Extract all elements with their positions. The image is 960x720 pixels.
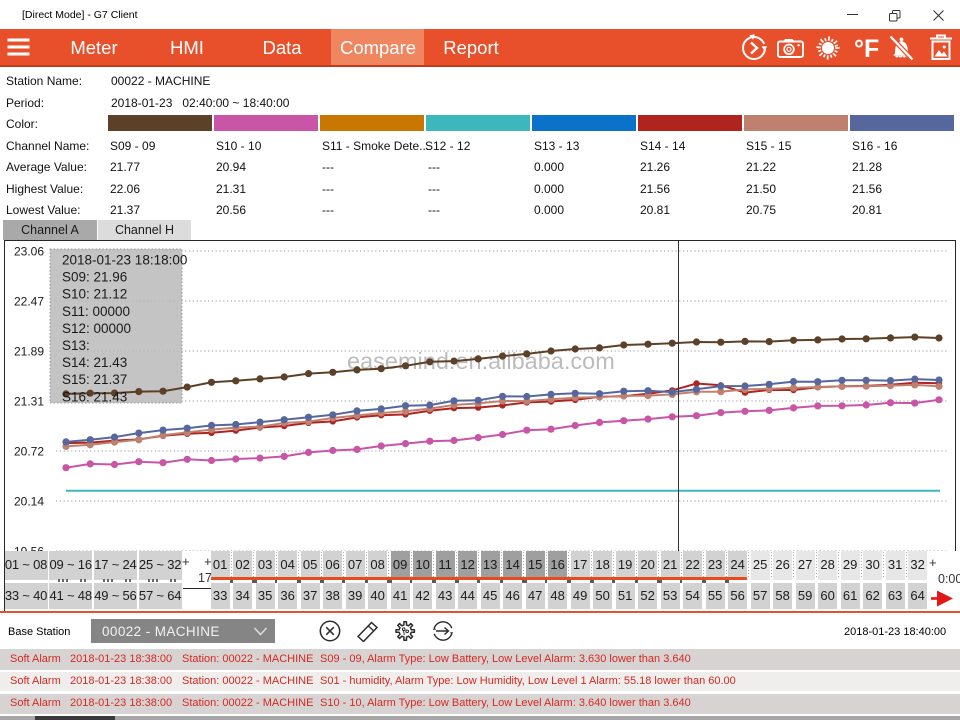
svg-text:20.72: 20.72 <box>14 445 44 459</box>
svg-text:S15: 21.37: S15: 21.37 <box>62 372 127 387</box>
svg-text:21.89: 21.89 <box>14 345 44 359</box>
svg-text:20.14: 20.14 <box>14 495 44 509</box>
svg-text:23.06: 23.06 <box>14 245 44 259</box>
svg-text:S13:: S13: <box>62 338 90 353</box>
svg-text:S11: 00000: S11: 00000 <box>62 304 130 319</box>
svg-text:S14: 21.43: S14: 21.43 <box>62 355 127 370</box>
svg-text:22.47: 22.47 <box>14 295 44 309</box>
svg-text:21.31: 21.31 <box>14 395 44 409</box>
svg-text:S09: 21.96: S09: 21.96 <box>62 270 127 285</box>
svg-text:2018-01-23 18:18:00: 2018-01-23 18:18:00 <box>62 253 187 268</box>
svg-text:S10: 21.12: S10: 21.12 <box>62 287 127 302</box>
svg-text:S16: 21.43: S16: 21.43 <box>62 389 127 404</box>
svg-text:S12: 00000: S12: 00000 <box>62 321 131 336</box>
